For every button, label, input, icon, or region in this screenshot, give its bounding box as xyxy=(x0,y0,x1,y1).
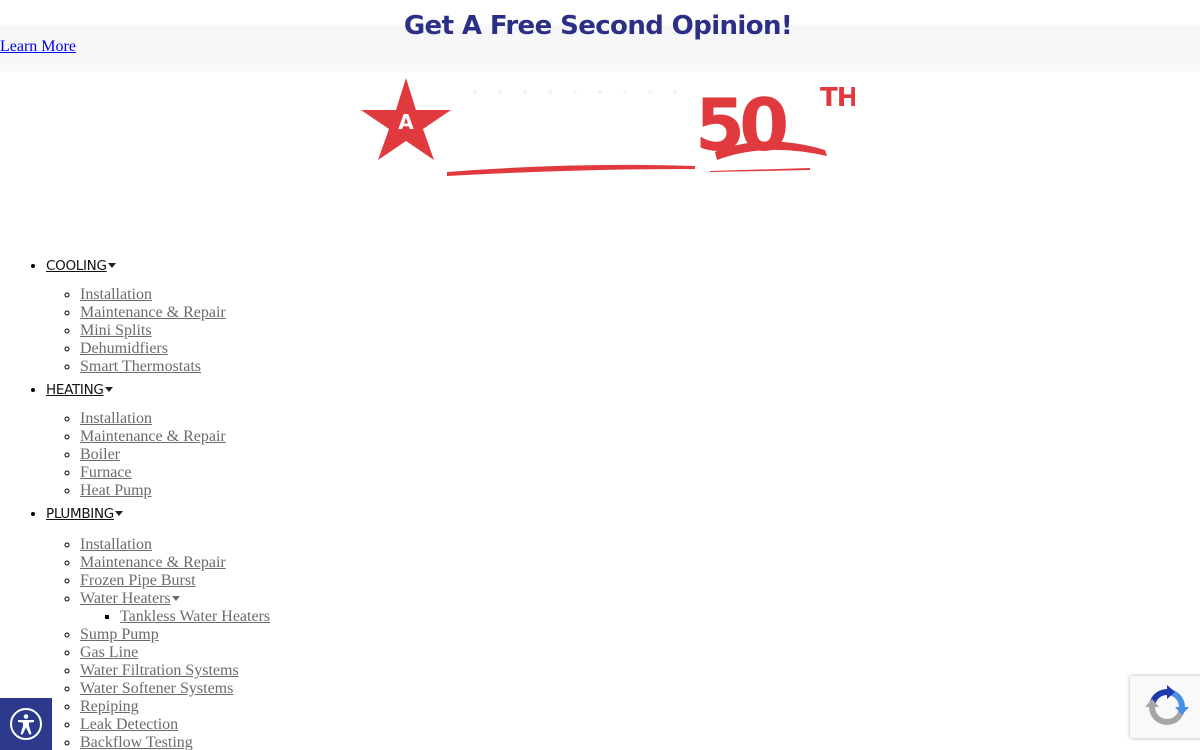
heating-installation-link[interactable]: Installation xyxy=(80,410,152,427)
logo-swoosh-tail xyxy=(710,168,810,172)
nav-menu: COOLING Installation Maintenance & Repai… xyxy=(0,255,1200,750)
nav-link-heating[interactable]: HEATING xyxy=(46,379,113,401)
cooling-mini-splits-link[interactable]: Mini Splits xyxy=(80,322,152,339)
submenu-item: Leak Detection xyxy=(80,716,1200,734)
submenu-item: Heat Pump xyxy=(80,482,1200,500)
submenu-item: Boiler xyxy=(80,446,1200,464)
plumbing-frozen-pipe-link[interactable]: Frozen Pipe Burst xyxy=(80,572,196,589)
heating-maintenance-link[interactable]: Maintenance & Repair xyxy=(80,428,226,445)
promo-bar: Get A Free Second Opinion! Learn More xyxy=(0,0,1200,70)
recaptcha-badge[interactable] xyxy=(1130,676,1200,738)
learn-more-link[interactable]: Learn More xyxy=(0,37,76,57)
heating-heat-pump-link[interactable]: Heat Pump xyxy=(80,482,152,499)
submenu-item: Smart Thermostats xyxy=(80,358,1200,376)
caret-down-icon xyxy=(107,262,116,268)
submenu-item: Sump Pump xyxy=(80,626,1200,644)
submenu-item: Installation xyxy=(80,536,1200,554)
plumbing-installation-link[interactable]: Installation xyxy=(80,536,152,553)
nav-link-plumbing[interactable]: PLUMBING xyxy=(46,503,123,525)
heating-boiler-link[interactable]: Boiler xyxy=(80,446,120,463)
submenu-item: Furnace xyxy=(80,464,1200,482)
submenu-item: Maintenance & Repair xyxy=(80,428,1200,446)
submenu-item: Dehumidfiers xyxy=(80,340,1200,358)
water-heaters-submenu: Tankless Water Heaters xyxy=(80,608,1200,626)
caret-down-icon xyxy=(114,510,123,516)
plumbing-tankless-link[interactable]: Tankless Water Heaters xyxy=(120,608,270,625)
submenu-item: Mini Splits xyxy=(80,322,1200,340)
cooling-dehumidifiers-link[interactable]: Dehumidfiers xyxy=(80,340,168,357)
logo-anniversary-suffix: TH xyxy=(820,83,855,113)
plumbing-gas-line-link[interactable]: Gas Line xyxy=(80,644,138,661)
nav-item-heating: HEATING Installation Maintenance & Repai… xyxy=(46,379,1200,500)
nav-heating-label: HEATING xyxy=(46,382,104,398)
plumbing-water-filtration-link[interactable]: Water Filtration Systems xyxy=(80,662,239,679)
plumbing-backflow-link[interactable]: Backflow Testing xyxy=(80,734,193,750)
submenu-item: Installation xyxy=(80,286,1200,304)
accessibility-icon xyxy=(10,708,42,740)
plumbing-leak-detection-link[interactable]: Leak Detection xyxy=(80,716,178,733)
submenu-item: Maintenance & Repair xyxy=(80,554,1200,572)
logo-graphic: A 50 TH xyxy=(361,78,859,176)
heating-furnace-link[interactable]: Furnace xyxy=(80,464,132,481)
submenu-item: Water Softener Systems xyxy=(80,680,1200,698)
logo-dots xyxy=(473,90,677,94)
cooling-thermostats-link[interactable]: Smart Thermostats xyxy=(80,358,201,375)
caret-down-icon xyxy=(104,386,113,392)
submenu-item: Water Heaters Tankless Water Heaters xyxy=(80,590,1200,626)
submenu-item: Frozen Pipe Burst xyxy=(80,572,1200,590)
submenu-item: Backflow Testing xyxy=(80,734,1200,750)
heating-submenu: Installation Maintenance & Repair Boiler… xyxy=(46,401,1200,500)
plumbing-sump-pump-link[interactable]: Sump Pump xyxy=(80,626,159,643)
company-logo[interactable]: A 50 TH xyxy=(355,72,859,182)
plumbing-submenu: Installation Maintenance & Repair Frozen… xyxy=(46,525,1200,750)
nav-item-cooling: COOLING Installation Maintenance & Repai… xyxy=(46,255,1200,376)
logo-anniversary-number: 50 xyxy=(695,83,786,167)
plumbing-repiping-link[interactable]: Repiping xyxy=(80,698,139,715)
caret-down-icon xyxy=(171,595,180,601)
plumbing-water-heaters-link[interactable]: Water Heaters xyxy=(80,590,180,607)
main-navigation: COOLING Installation Maintenance & Repai… xyxy=(0,255,1200,750)
nav-item-plumbing: PLUMBING Installation Maintenance & Repa… xyxy=(46,503,1200,750)
submenu-item: Repiping xyxy=(80,698,1200,716)
nav-plumbing-label: PLUMBING xyxy=(46,506,114,522)
logo-star-letter: A xyxy=(398,110,414,134)
promo-title: Get A Free Second Opinion! xyxy=(403,11,793,41)
accessibility-button[interactable] xyxy=(0,698,52,750)
plumbing-water-softener-link[interactable]: Water Softener Systems xyxy=(80,680,233,697)
submenu-item: Maintenance & Repair xyxy=(80,304,1200,322)
water-heaters-label: Water Heaters xyxy=(80,590,171,607)
cooling-submenu: Installation Maintenance & Repair Mini S… xyxy=(46,277,1200,376)
recaptcha-icon xyxy=(1145,685,1189,725)
logo-swoosh xyxy=(447,164,695,176)
submenu-item: Tankless Water Heaters xyxy=(120,608,1200,626)
nav-link-cooling[interactable]: COOLING xyxy=(46,255,116,277)
submenu-item: Water Filtration Systems xyxy=(80,662,1200,680)
nav-cooling-label: COOLING xyxy=(46,258,107,274)
plumbing-maintenance-link[interactable]: Maintenance & Repair xyxy=(80,554,226,571)
cooling-installation-link[interactable]: Installation xyxy=(80,286,152,303)
submenu-item: Installation xyxy=(80,410,1200,428)
submenu-item: Gas Line xyxy=(80,644,1200,662)
cooling-maintenance-link[interactable]: Maintenance & Repair xyxy=(80,304,226,321)
